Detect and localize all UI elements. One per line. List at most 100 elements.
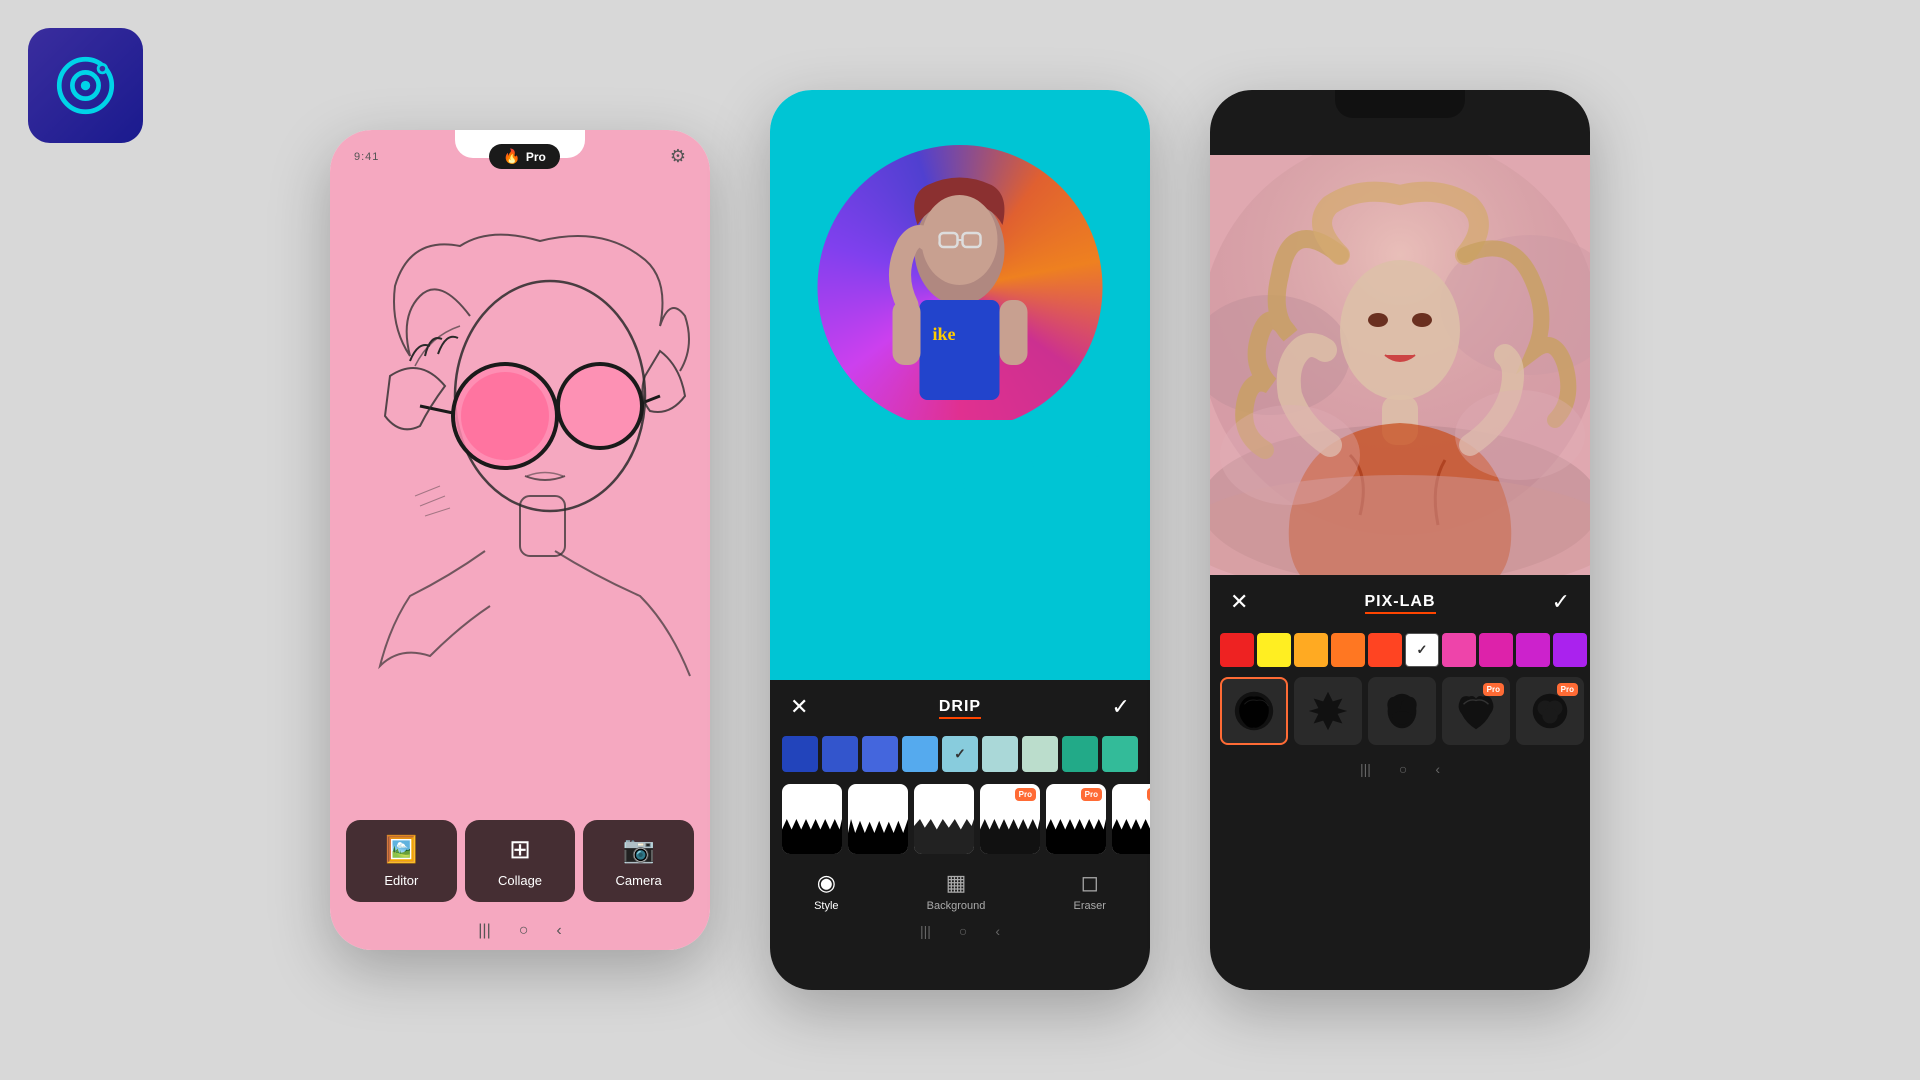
phone3-brush-row: Pro Pro — [1210, 671, 1590, 751]
phone2-close-button[interactable]: ✕ — [790, 694, 808, 720]
p3-brush-3[interactable] — [1368, 677, 1436, 745]
phone2-back: ||| — [920, 923, 931, 939]
eraser-label: Eraser — [1074, 900, 1106, 912]
gear-icon[interactable]: ⚙ — [670, 146, 686, 167]
drip-preset-2[interactable] — [848, 784, 908, 854]
p3-color-purple[interactable] — [1516, 633, 1550, 667]
phone3-toolbar-header: ✕ PIX-LAB ✓ — [1210, 575, 1590, 625]
drip-effect — [815, 420, 1105, 510]
collage-icon: ⊞ — [509, 834, 531, 865]
p3-color-magenta[interactable] — [1479, 633, 1513, 667]
color-swatch-2[interactable] — [822, 736, 858, 772]
editor-icon: 🖼️ — [385, 834, 417, 865]
color-swatch-4[interactable] — [902, 736, 938, 772]
phone2-toolbar: ✕ DRIP ✓ — [770, 680, 1150, 990]
phone3-recents: ‹ — [1435, 761, 1440, 777]
p3-color-yellow[interactable] — [1257, 633, 1291, 667]
phone3-back: ||| — [1360, 761, 1371, 777]
eraser-icon: ◻ — [1081, 870, 1099, 896]
p3-brush-2[interactable] — [1294, 677, 1362, 745]
phone2-bg: ike — [770, 90, 1150, 680]
color-swatch-6[interactable] — [982, 736, 1018, 772]
style-icon: ◉ — [817, 870, 836, 896]
phone-3: ✕ PIX-LAB ✓ — [1210, 90, 1590, 990]
phone3-home-bar: ||| ○ ‹ — [1210, 751, 1590, 777]
style-tab[interactable]: ◉ Style — [814, 870, 838, 912]
camera-button[interactable]: 📷 Camera — [583, 820, 694, 902]
phone3-toolbar-title: PIX-LAB — [1365, 593, 1436, 611]
phone1-nav: 🖼️ Editor ⊞ Collage 📷 Camera — [346, 820, 694, 902]
pro-label: Pro — [526, 150, 546, 164]
editor-label: Editor — [384, 873, 418, 888]
back-indicator: ||| — [478, 922, 490, 940]
phone1-content: 9:41 🔥 Pro ⚙ — [330, 130, 710, 950]
svg-text:ike: ike — [933, 324, 956, 344]
color-swatch-9[interactable] — [1102, 736, 1138, 772]
color-swatch-5-selected[interactable] — [942, 736, 978, 772]
phone2-color-row — [770, 730, 1150, 778]
phone2-toolbar-header: ✕ DRIP ✓ — [770, 680, 1150, 730]
collage-label: Collage — [498, 873, 542, 888]
drip-preset-5[interactable]: Pro — [1046, 784, 1106, 854]
phone2-notch — [895, 90, 1025, 118]
eraser-tab[interactable]: ◻ Eraser — [1074, 870, 1106, 912]
phone2-home-bar: ||| ○ ‹ — [770, 918, 1150, 939]
phone1-home-bar: ||| ○ ‹ — [478, 922, 561, 940]
p3-color-gold[interactable] — [1294, 633, 1328, 667]
p3-brush-4[interactable]: Pro — [1442, 677, 1510, 745]
app-logo — [28, 28, 143, 143]
fire-icon: 🔥 — [503, 148, 520, 165]
sketch-illustration — [330, 180, 710, 862]
phone3-color-row — [1210, 625, 1590, 671]
girl-circle: ike — [818, 145, 1103, 430]
phone3-close-button[interactable]: ✕ — [1230, 589, 1248, 615]
phone2-toolbar-title: DRIP — [939, 698, 981, 716]
drip-preset-6[interactable]: Pro — [1112, 784, 1150, 854]
editor-button[interactable]: 🖼️ Editor — [346, 820, 457, 902]
phone3-home: ○ — [1399, 761, 1407, 777]
p3-color-red[interactable] — [1220, 633, 1254, 667]
phone3-topbar — [1210, 90, 1590, 155]
recents-indicator: ‹ — [556, 922, 561, 940]
phone2-recents: ‹ — [995, 923, 1000, 939]
p3-color-white-selected[interactable] — [1405, 633, 1439, 667]
phone-2: ike ✕ — [770, 90, 1150, 990]
camera-label: Camera — [616, 873, 662, 888]
drip-pro-badge-5: Pro — [1081, 788, 1102, 801]
background-label: Background — [927, 900, 986, 912]
background-tab[interactable]: ▦ Background — [927, 870, 986, 912]
phone1-topbar: 9:41 🔥 Pro ⚙ — [330, 144, 710, 169]
phone2-bottom-tabs: ◉ Style ▦ Background ◻ Eraser — [770, 860, 1150, 918]
p3-color-red2[interactable] — [1368, 633, 1402, 667]
phone2-drip-presets: Pro Pro Pro — [770, 778, 1150, 860]
drip-pro-badge-4: Pro — [1015, 788, 1036, 801]
drip-preset-4[interactable]: Pro — [980, 784, 1040, 854]
color-swatch-3[interactable] — [862, 736, 898, 772]
p3-brush-5[interactable]: Pro — [1516, 677, 1584, 745]
p3-brush-pro-5: Pro — [1557, 683, 1578, 696]
phone3-image-area — [1210, 155, 1590, 575]
phone-1: 9:41 🔥 Pro ⚙ — [330, 130, 710, 950]
p3-color-pink[interactable] — [1442, 633, 1476, 667]
phone2-home: ○ — [959, 923, 967, 939]
color-swatch-8[interactable] — [1062, 736, 1098, 772]
background-icon: ▦ — [946, 870, 967, 896]
pro-badge[interactable]: 🔥 Pro — [489, 144, 559, 169]
phone2-confirm-button[interactable]: ✓ — [1112, 694, 1130, 720]
phone1-time: 9:41 — [354, 151, 379, 163]
collage-button[interactable]: ⊞ Collage — [465, 820, 576, 902]
color-swatch-1[interactable] — [782, 736, 818, 772]
p3-color-orange[interactable] — [1331, 633, 1365, 667]
phone3-confirm-button[interactable]: ✓ — [1552, 589, 1570, 615]
p3-brush-1[interactable] — [1220, 677, 1288, 745]
p3-color-violet[interactable] — [1553, 633, 1587, 667]
p3-brush-pro-4: Pro — [1483, 683, 1504, 696]
drip-preset-3[interactable] — [914, 784, 974, 854]
drip-preset-1[interactable] — [782, 784, 842, 854]
camera-icon: 📷 — [622, 834, 654, 865]
phone3-notch — [1335, 90, 1465, 118]
main-scene: 9:41 🔥 Pro ⚙ — [0, 0, 1920, 1080]
color-swatch-7[interactable] — [1022, 736, 1058, 772]
style-label: Style — [814, 900, 838, 912]
home-indicator: ○ — [519, 922, 529, 940]
